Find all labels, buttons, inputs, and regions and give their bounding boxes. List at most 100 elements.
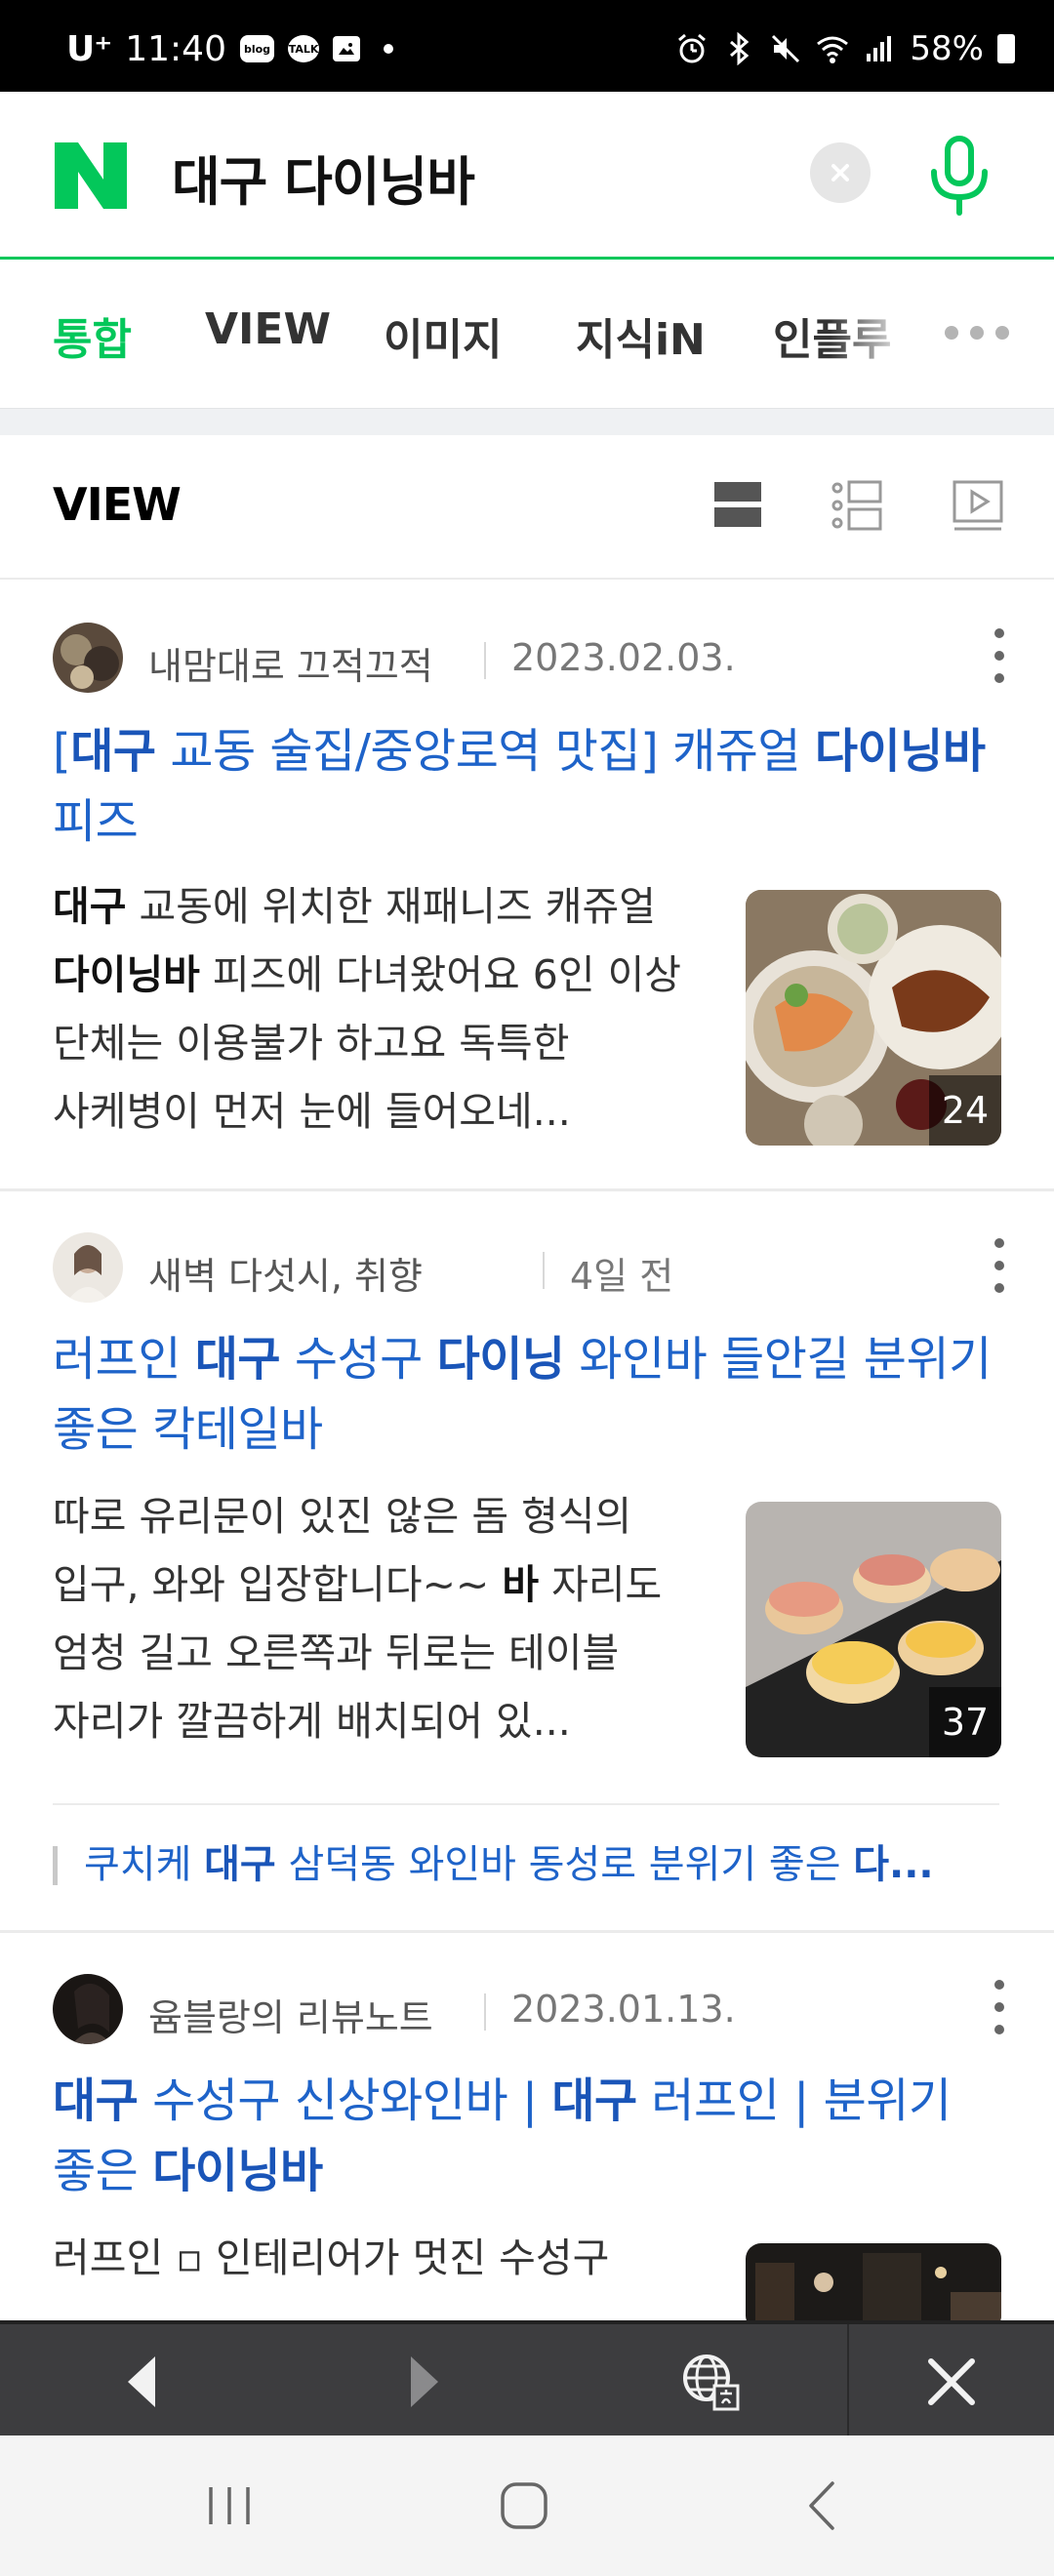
related-post-link[interactable]: 쿠치케 대구 삼덕동 와인바 동성로 분위기 좋은 다... [53,1803,999,1901]
section-gap [0,408,1054,435]
battery-icon [997,34,1015,63]
text-segment: 쿠치케 [84,1842,205,1887]
section-title: VIEW [53,478,182,531]
keyword-highlight: 대구 [53,2073,139,2128]
tab-knowledge-in[interactable]: 지식iN [576,304,706,367]
search-input[interactable]: 대구 다이닝바 [172,139,475,216]
alarm-icon [678,33,707,63]
article-thumbnail[interactable] [746,2243,1001,2320]
home-button[interactable] [490,2476,558,2535]
list-view-icon[interactable] [830,478,884,533]
wifi-icon [817,36,849,63]
article-snippet[interactable]: 따로 유리문이 있진 않은 돔 형식의 입구, 와와 입장합니다~~ 바 자리도… [53,1482,697,1755]
browser-toolbar [0,2320,1054,2439]
keyword-highlight: 다이닝바 [152,2144,323,2198]
meta-divider [484,1993,486,2031]
related-post-title[interactable]: 쿠치케 대구 삼덕동 와인바 동성로 분위기 좋은 다... [84,1832,1001,1889]
text-segment: 교동에 위치한 재패니즈 캐쥬얼 [126,883,656,930]
keyword-highlight: 대구 [551,2073,637,2128]
mute-icon [772,34,800,63]
text-segment: 삼덕동 와인바 동성로 분위기 좋은 [275,1842,854,1887]
article-snippet[interactable]: 대구 교동에 위치한 재패니즈 캐쥬얼 다이닝바 피즈에 다녀왔어요 6인 이상… [53,872,697,1146]
keyword-highlight: 다... [853,1842,934,1887]
author-name[interactable]: 내맘대로 끄적끄적 [148,636,433,690]
kakaotalk-notification-icon: TALK [288,35,320,62]
image-count-badge: 24 [929,1075,1001,1146]
text-segment: 피즈 [53,794,139,849]
related-bar [53,1846,58,1885]
post-date: 2023.02.03. [511,636,736,679]
keyword-highlight: 대구 [204,1842,276,1887]
author-avatar[interactable] [53,623,123,693]
back-arrow-icon [809,2481,834,2530]
keyword-highlight: 대구 [53,883,127,930]
text-segment: ▫ [176,2234,203,2281]
article-title[interactable]: 러프인 대구 수성구 다이닝 와인바 들안길 분위기 좋은 칵테일바 [53,1324,1009,1465]
keyword-highlight: 다이닝 [436,1332,565,1387]
post-date: 4일 전 [570,1255,674,1298]
author-avatar[interactable] [53,1232,123,1303]
translate-button[interactable] [676,2348,745,2416]
author-avatar[interactable] [53,1974,123,2044]
system-navigation-bar [0,2435,1054,2576]
search-tabs: 통합 VIEW 이미지 지식iN 인플루 [0,260,1054,408]
toolbar-divider [847,2324,849,2439]
forward-button[interactable] [390,2348,459,2416]
article-title[interactable]: [대구 교동 술집/중앙로역 맛집] 캐쥬얼 다이닝바 피즈 [53,716,1009,857]
video-view-icon[interactable] [951,478,1005,533]
text-segment: 인테리어가 멋진 수성구 [203,2234,610,2281]
keyword-highlight: 다이닝바 [53,951,200,998]
recents-icon [209,2487,250,2524]
more-options-icon[interactable] [990,628,1009,683]
signal-icon [867,36,892,61]
text-segment: 러프인 [53,2234,177,2281]
more-options-icon[interactable] [990,1980,1009,2034]
search-header: 대구 다이닝바 [0,92,1054,260]
status-bar: U⁺ 11:40 blog TALK 58% [0,0,1054,92]
tab-integrated[interactable]: 통합 [53,304,132,367]
article-title[interactable]: 대구 수성구 신상와인바 | 대구 러프인 | 분위기 좋은 다이닝바 [53,2066,1009,2206]
more-tabs-icon[interactable] [945,318,1023,347]
keyword-highlight: 다이닝바 [814,724,986,779]
text-segment: [ [53,724,71,779]
article-card: 내맘대로 끄적끄적 2023.02.03. [대구 교동 술집/중앙로역 맛집]… [0,580,1054,1188]
card-view-icon[interactable] [710,478,765,533]
back-button[interactable] [107,2348,176,2416]
carrier-label: U⁺ [66,28,112,69]
image-count-badge: 37 [929,1687,1001,1757]
author-name[interactable]: 새벽 다섯시, 취향 [148,1246,423,1300]
keyword-highlight: 대구 [194,1332,281,1387]
globe-icon [683,2355,740,2411]
clear-search-button[interactable] [810,142,871,203]
article-thumbnail[interactable]: 37 [746,1502,1001,1757]
article-card: 윰블랑의 리뷰노트 2023.01.13. 대구 수성구 신상와인바 | 대구 … [0,1933,1054,2320]
article-snippet[interactable]: 러프인 ▫ 인테리어가 멋진 수성구 [53,2224,697,2292]
text-segment: 수성구 신상와인바 | [138,2073,552,2128]
post-date: 2023.01.13. [511,1988,736,2031]
tab-view[interactable]: VIEW [205,304,331,354]
meta-divider [543,1252,545,1289]
tab-images[interactable]: 이미지 [384,304,502,367]
keyword-highlight: 대구 [70,724,156,779]
author-name[interactable]: 윰블랑의 리뷰노트 [148,1988,433,2041]
close-icon [928,2358,975,2405]
chevron-right-icon [411,2356,438,2407]
naver-logo-icon[interactable] [55,142,127,209]
battery-percent: 58% [910,29,984,68]
chevron-left-icon [128,2356,155,2407]
more-options-icon[interactable] [990,1238,1009,1293]
more-notifications-dot [384,44,394,54]
clock: 11:40 [125,28,226,69]
text-segment: 수성구 [280,1332,437,1387]
text-segment: 교동 술집/중앙로역 맛집] 캐쥬얼 [155,724,815,779]
recent-apps-button[interactable] [195,2476,264,2535]
bluetooth-icon [730,32,750,65]
home-icon [501,2482,547,2529]
article-thumbnail[interactable]: 24 [746,890,1001,1146]
system-back-button[interactable] [789,2476,857,2535]
microphone-icon[interactable] [922,135,996,217]
blog-notification-icon: blog [239,35,275,62]
text-segment: 러프인 [53,1332,195,1387]
tab-fade-overlay [830,260,947,408]
close-toolbar-button[interactable] [917,2348,986,2416]
